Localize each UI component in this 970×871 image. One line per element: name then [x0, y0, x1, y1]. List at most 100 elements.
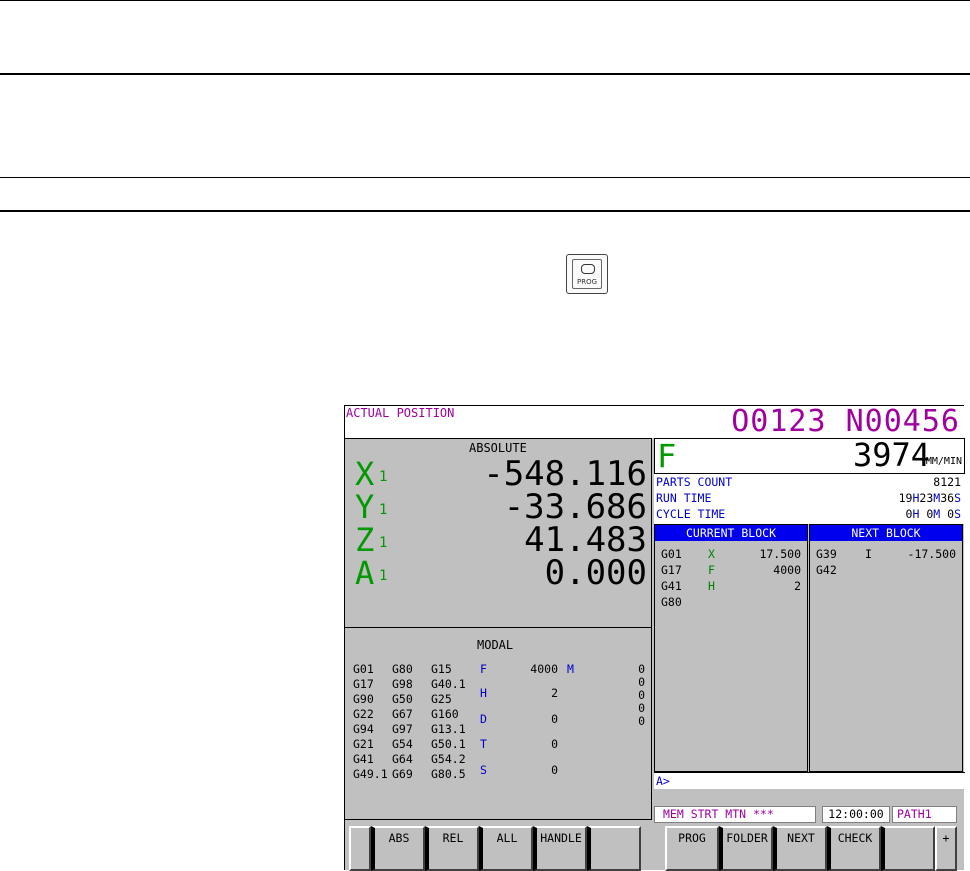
softkey-next[interactable]: NEXT	[773, 826, 827, 871]
prog-key-icon: PROG	[566, 254, 608, 294]
modal-m-key: M	[567, 662, 574, 676]
modal-gcode: G49.1	[353, 767, 388, 781]
modal-gcode: G13.1	[431, 722, 466, 736]
axis-name: Y	[355, 488, 375, 526]
modal-m-value: 0	[638, 662, 645, 676]
block-address: X	[708, 547, 715, 561]
next-block-panel: NEXT BLOCK G39 I -17.500 G42	[809, 524, 963, 772]
softkey-rel[interactable]: REL	[425, 826, 479, 871]
axis-name: X	[355, 455, 375, 493]
modal-gcode: G160	[431, 707, 459, 721]
run-seconds: 36	[940, 491, 955, 505]
modal-address-value: 0	[551, 737, 558, 751]
modal-gcode: G54	[392, 737, 413, 751]
modal-address-value: 4000	[530, 662, 558, 676]
s-unit: S	[954, 491, 961, 505]
softkey-folder[interactable]: FOLDER	[719, 826, 773, 871]
modal-gcode: G21	[353, 737, 374, 751]
block-gcode: G42	[816, 563, 837, 577]
run-time-row: RUN TIME 19H23M36S	[656, 491, 961, 505]
run-time-value: 19H23M36S	[899, 491, 961, 505]
axis-name: Z	[355, 521, 375, 559]
modal-gcode: G97	[392, 722, 413, 736]
softkey-continue[interactable]: +	[935, 826, 957, 871]
modal-gcode: G69	[392, 767, 413, 781]
next-block-header: NEXT BLOCK	[810, 525, 962, 541]
modal-gcode: G22	[353, 707, 374, 721]
axis-sub: 1	[379, 535, 388, 551]
block-gcode: G17	[661, 563, 682, 577]
parts-count-label: PARTS COUNT	[656, 475, 733, 489]
modal-address-key: T	[480, 737, 487, 751]
modal-gcode: G15	[431, 662, 452, 676]
run-time-label: RUN TIME	[656, 491, 712, 505]
modal-gcode: G41	[353, 752, 374, 766]
feed-label: F	[657, 437, 677, 475]
cycle-time-row: CYCLE TIME 0H 0M 0S	[656, 507, 961, 521]
softkey-check[interactable]: CHECK	[827, 826, 881, 871]
modal-gcode: G54.2	[431, 752, 466, 766]
modal-address-key: D	[480, 712, 487, 726]
axis-sub: 1	[379, 568, 388, 584]
axis-sub: 1	[379, 502, 388, 518]
modal-gcode: G50	[392, 692, 413, 706]
modal-address-key: H	[480, 686, 487, 700]
clock: 12:00:00	[822, 806, 890, 823]
axis-name: A	[355, 554, 375, 592]
softkey-prog[interactable]: PROG	[665, 826, 719, 871]
block-gcode: G41	[661, 579, 682, 593]
modal-gcode: G80	[392, 662, 413, 676]
block-address: I	[865, 547, 872, 561]
modal-gcode: G17	[353, 677, 374, 691]
input-line[interactable]: A>	[654, 772, 965, 789]
axis-row-a: A 1 0.000	[355, 556, 651, 590]
parts-count-value: 8121	[933, 475, 961, 489]
run-hours: 19	[898, 491, 913, 505]
input-prompt: A>	[656, 774, 670, 788]
cycle-time-label: CYCLE TIME	[656, 507, 726, 521]
prog-key-face: PROG	[572, 259, 602, 289]
path-status: PATH1	[892, 806, 957, 823]
screen-title: ACTUAL POSITION	[346, 406, 455, 420]
s-unit: S	[954, 507, 961, 521]
axis-row-x: X 1 -548.116	[355, 457, 651, 491]
modal-address-value: 0	[551, 712, 558, 726]
softkey-blank-2[interactable]	[881, 826, 935, 871]
modal-m-value: 0	[638, 714, 645, 728]
softkey-return[interactable]	[349, 826, 371, 871]
softkey-blank-1[interactable]	[587, 826, 641, 871]
modal-m-value: 0	[638, 675, 645, 689]
modal-gcode: G40.1	[431, 677, 466, 691]
position-label: ABSOLUTE	[469, 441, 527, 455]
rule-3	[0, 177, 970, 178]
softkey-handle[interactable]: HANDLE	[533, 826, 587, 871]
block-value: 4000	[773, 563, 801, 577]
modal-gcode: G94	[353, 722, 374, 736]
softkey-all[interactable]: ALL	[479, 826, 533, 871]
modal-gcode: G50.1	[431, 737, 466, 751]
modal-gcode: G80.5	[431, 767, 466, 781]
program-number: O0123 N00456	[731, 404, 960, 439]
block-gcode: G01	[661, 547, 682, 561]
rule-4	[0, 210, 970, 212]
modal-gcode: G98	[392, 677, 413, 691]
modal-address-value: 0	[551, 763, 558, 777]
modal-gcode: G64	[392, 752, 413, 766]
cycle-time-value: 0H 0M 0S	[906, 507, 962, 521]
modal-m-value: 0	[638, 701, 645, 715]
axis-value: -33.686	[503, 487, 647, 527]
axis-value: 41.483	[524, 520, 647, 560]
cnc-screen: ACTUAL POSITION O0123 N00456 ABSOLUTE X …	[344, 404, 965, 871]
feed-rate-box: F 3974 MM/MIN	[654, 436, 965, 475]
parts-count-row: PARTS COUNT 8121	[656, 475, 961, 489]
block-value: -17.500	[907, 547, 956, 561]
current-block-header: CURRENT BLOCK	[655, 525, 807, 541]
block-gcode: G80	[661, 595, 682, 609]
prog-symbol-icon	[581, 264, 595, 274]
block-value: 2	[794, 579, 801, 593]
softkey-abs[interactable]: ABS	[371, 826, 425, 871]
axis-row-y: Y 1 -33.686	[355, 490, 651, 524]
run-minutes: 23	[919, 491, 934, 505]
m-unit: M	[933, 507, 941, 521]
mode-status: MEM STRT MTN ***	[654, 806, 816, 823]
